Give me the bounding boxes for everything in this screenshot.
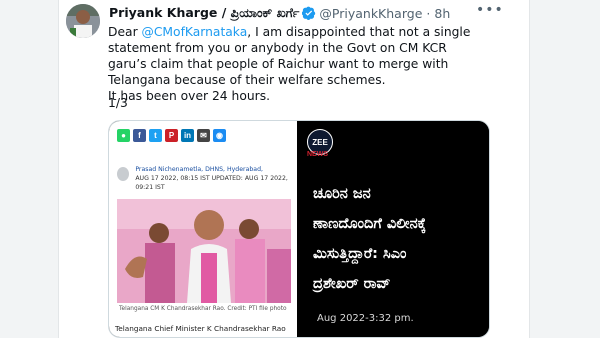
photo-caption: Telangana CM K Chandrasekhar Rao. Credit…	[119, 306, 287, 312]
headline-line: ಚೂರಿನ ಜನ	[313, 186, 371, 202]
media-image-right[interactable]: ZEE NEWS ಚೂರಿನ ಜನ ಣಾಣದೊಂದಿಗೆ ವಿಲೀನಕ್ಕೆ ಮ…	[297, 121, 489, 337]
author-handle[interactable]: @PriyankKharge	[319, 6, 422, 21]
media-image-left[interactable]: ● f t P in ✉ ◉ Prasad Nichenametla, DHNS…	[109, 121, 297, 337]
twitter-icon: t	[149, 129, 162, 142]
author-name[interactable]: Priyank Kharge / ಪ್ರಿಯಾಂಕ್ ಖರ್ಗೆ	[109, 5, 299, 21]
author-avatar	[117, 167, 130, 181]
verified-badge-icon	[302, 6, 316, 20]
kannada-headline: ಚೂರಿನ ಜನ ಣಾಣದೊಂದಿಗೆ ವಿಲೀನಕ್ಕೆ ಮಿಸುತ್ತಿದ್…	[313, 179, 489, 299]
text-line-2: It has been over 24 hours.	[108, 89, 271, 103]
mention-link[interactable]: @CMofKarnataka	[142, 25, 248, 39]
kcr-photo	[117, 199, 291, 303]
article-author: Prasad Nichenametla, DHNS, Hyderabad,	[135, 166, 263, 173]
messenger-icon: ◉	[213, 129, 226, 142]
article-headline: Telangana Chief Minister K Chandrasekhar…	[115, 324, 286, 333]
tweet-header: Priyank Kharge / ಪ್ರಿಯಾಂಕ್ ಖರ್ಗೆ @Priyan…	[109, 4, 450, 22]
headline-line: ಣಾಣದೊಂದಿಗೆ ವಿಲೀನಕ್ಕೆ	[313, 216, 427, 232]
facebook-icon: f	[133, 129, 146, 142]
whatsapp-icon: ●	[117, 129, 130, 142]
pinterest-icon: P	[165, 129, 178, 142]
tweet-text: Dear @CMofKarnataka, I am disappointed t…	[108, 24, 478, 104]
text-prefix: Dear	[108, 25, 142, 39]
headline-line: ದ್ರಶೇಖರ್ ರಾವ್	[313, 276, 391, 292]
article-dates: AUG 17 2022, 08:15 IST UPDATED: AUG 17 2…	[135, 175, 288, 191]
linkedin-icon: in	[181, 129, 194, 142]
article-byline: Prasad Nichenametla, DHNS, Hyderabad, AU…	[117, 165, 297, 192]
thread-count: 1/3	[108, 96, 128, 110]
tweet-timestamp[interactable]: 8h	[434, 6, 450, 21]
ellipsis-icon[interactable]: •••	[476, 3, 503, 20]
zee-news-brand: NEWS	[307, 151, 328, 158]
share-icons: ● f t P in ✉ ◉	[117, 129, 226, 142]
separator-dot: ·	[426, 5, 431, 21]
profile-avatar[interactable]	[66, 4, 100, 38]
email-icon: ✉	[197, 129, 210, 142]
headline-line: ಮಿಸುತ್ತಿದ್ದಾರೆ: ಸಿಎಂ	[313, 246, 407, 262]
tweet-media[interactable]: ZEE NEWS ಚೂರಿನ ಜನ ಣಾಣದೊಂದಿಗೆ ವಿಲೀನಕ್ಕೆ ಮ…	[108, 120, 490, 338]
news-date: Aug 2022-3:32 pm.	[317, 313, 414, 324]
